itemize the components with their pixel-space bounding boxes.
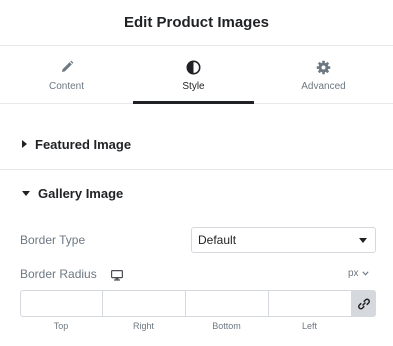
radius-bottom-input[interactable]: [185, 290, 268, 317]
radius-top-input[interactable]: [20, 290, 102, 317]
section-divider: [0, 169, 393, 170]
chevron-down-icon: [359, 238, 367, 243]
panel-header: Edit Product Images: [0, 0, 393, 46]
gear-icon: [316, 59, 331, 75]
unit-selector[interactable]: px: [348, 268, 369, 279]
pencil-icon: [60, 59, 74, 75]
radius-right-label: Right: [132, 321, 154, 331]
tab-bar: Content Style Advanced: [0, 47, 393, 104]
radius-bottom-label: Bottom: [212, 321, 241, 331]
link-values-button[interactable]: [351, 290, 376, 317]
tab-style-label: Style: [182, 81, 205, 92]
link-icon: [357, 298, 370, 309]
border-type-select[interactable]: Default: [191, 227, 376, 253]
tab-content[interactable]: Content: [0, 47, 133, 103]
border-radius-label: Border Radius: [20, 267, 97, 281]
radius-top-label: Top: [53, 321, 69, 331]
caret-right-icon: [22, 140, 27, 148]
border-radius-fields: [20, 290, 376, 317]
radius-left-input[interactable]: [268, 290, 351, 317]
tab-advanced[interactable]: Advanced: [254, 47, 393, 103]
border-radius-field-labels: Top Right Bottom Left: [20, 321, 351, 331]
tab-advanced-label: Advanced: [301, 81, 346, 92]
tab-content-label: Content: [48, 81, 85, 92]
chevron-down-icon: [361, 271, 369, 276]
tab-style[interactable]: Style: [133, 47, 254, 104]
radius-right-input[interactable]: [102, 290, 185, 317]
page-title: Edit Product Images: [123, 14, 270, 31]
border-type-value: Default: [198, 233, 237, 247]
caret-down-icon: [22, 190, 30, 196]
section-title-featured: Featured Image: [35, 136, 132, 152]
section-featured-image[interactable]: Featured Image: [0, 131, 393, 157]
unit-value: px: [348, 268, 359, 279]
section-title-gallery: Gallery Image: [38, 185, 124, 201]
desktop-icon[interactable]: [111, 268, 124, 281]
border-type-label: Border Type: [20, 233, 86, 247]
contrast-icon: [186, 59, 201, 75]
section-gallery-image[interactable]: Gallery Image: [0, 180, 393, 206]
radius-left-label: Left: [301, 321, 317, 331]
